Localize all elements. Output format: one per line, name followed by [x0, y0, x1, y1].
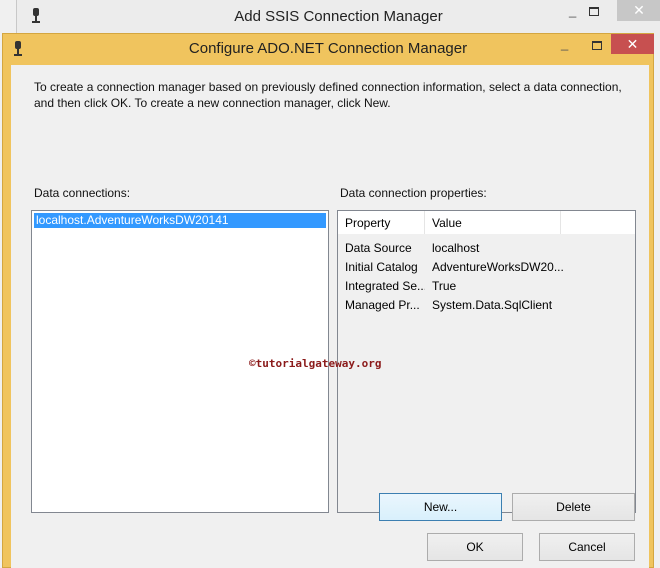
properties-label: Data connection properties:: [340, 186, 487, 200]
maximize-button[interactable]: [589, 7, 599, 16]
table-row: Initial Catalog AdventureWorksDW20...: [338, 258, 635, 277]
watermark: ©tutorialgateway.org: [249, 357, 382, 370]
property-name: Integrated Se...: [345, 279, 425, 293]
table-row: Managed Pr... System.Data.SqlClient: [338, 296, 635, 315]
dialog-title: Configure ADO.NET Connection Manager: [188, 40, 468, 57]
property-name: Initial Catalog: [345, 260, 418, 274]
cancel-button[interactable]: Cancel: [539, 533, 635, 561]
column-header-empty: [561, 211, 635, 234]
new-button[interactable]: New...: [379, 493, 502, 521]
close-button[interactable]: ✕: [617, 0, 660, 21]
properties-grid: Property Value Data Source localhost Init…: [337, 210, 636, 513]
property-value: True: [432, 279, 457, 293]
data-connections-label: Data connections:: [34, 186, 131, 200]
delete-button[interactable]: Delete: [512, 493, 635, 521]
minimize-button[interactable]: _: [569, 3, 576, 18]
table-row: Data Source localhost: [338, 239, 635, 258]
properties-header: Property Value: [338, 211, 635, 235]
property-value: localhost: [432, 241, 480, 255]
configure-ado-dialog: Configure ADO.NET Connection Manager _ ✕…: [2, 33, 654, 568]
instructions-text: To create a connection manager based on …: [34, 80, 622, 110]
dialog-client: To create a connection manager based on …: [11, 65, 649, 568]
column-header-value[interactable]: Value: [425, 211, 561, 234]
table-row: Integrated Se... True: [338, 277, 635, 296]
property-name: Managed Pr...: [345, 298, 420, 312]
window-title: Add SSIS Connection Manager: [234, 8, 443, 25]
list-item[interactable]: localhost.AdventureWorksDW20141: [34, 213, 326, 228]
property-name: Data Source: [345, 241, 412, 255]
close-button[interactable]: ✕: [611, 34, 654, 54]
property-value: AdventureWorksDW20...: [432, 260, 564, 274]
column-header-property[interactable]: Property: [338, 211, 425, 234]
property-value: System.Data.SqlClient: [432, 298, 553, 312]
maximize-button[interactable]: [592, 41, 602, 50]
ok-button[interactable]: OK: [427, 533, 523, 561]
minimize-button[interactable]: _: [561, 36, 568, 51]
